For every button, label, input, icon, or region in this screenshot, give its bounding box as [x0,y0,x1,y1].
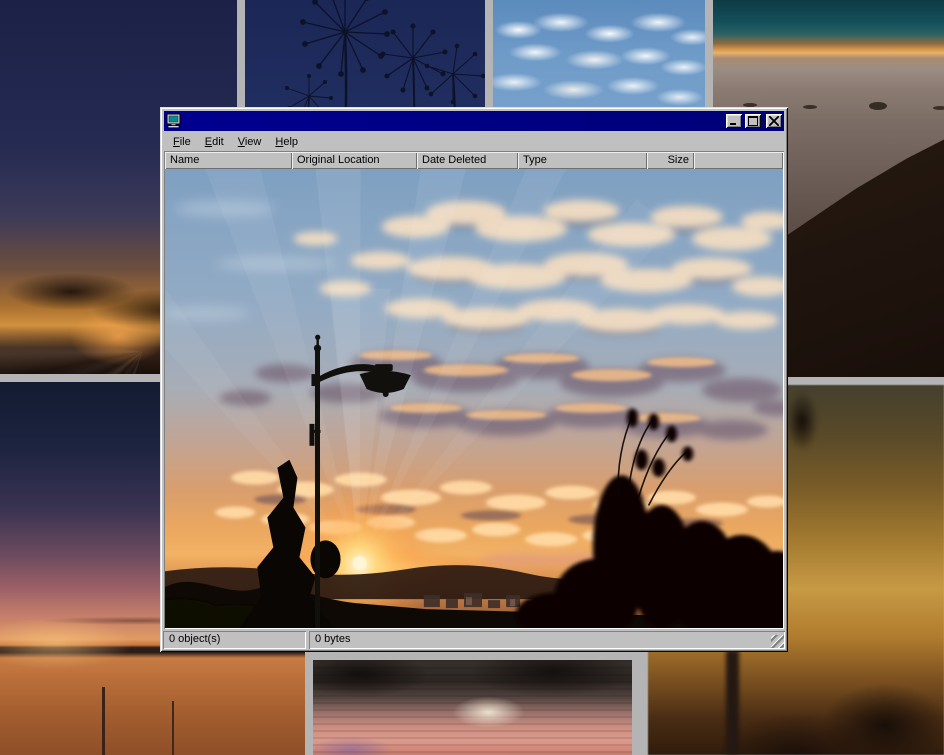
status-bar: 0 object(s) 0 bytes [163,631,785,649]
column-header-blank[interactable] [694,152,783,169]
wallpaper-water-reflections [313,660,632,755]
maximize-icon [748,116,758,126]
file-list-viewport[interactable] [165,169,783,628]
column-header-size[interactable]: Size [647,152,694,169]
menu-edit[interactable]: Edit [198,134,231,150]
resize-grip[interactable] [771,635,784,648]
sun [353,556,367,570]
desktop: File Edit View Help Name Original Locati… [0,0,944,755]
close-button[interactable] [766,114,782,128]
menu-view[interactable]: View [231,134,269,150]
computer-icon[interactable] [166,113,182,129]
column-header-type[interactable]: Type [518,152,647,169]
minimize-icon [730,123,736,125]
column-header-row: Name Original Location Date Deleted Type… [165,152,783,169]
menu-help[interactable]: Help [268,134,305,150]
title-bar[interactable] [164,111,784,131]
list-view-client: Name Original Location Date Deleted Type… [164,151,784,629]
close-icon [769,116,779,126]
sea-pole [102,687,105,755]
menu-file[interactable]: File [166,134,198,150]
maximize-button[interactable] [745,114,761,128]
status-objects: 0 object(s) [163,631,306,649]
menu-bar: File Edit View Help [163,132,785,151]
sea-pole [172,701,174,755]
column-header-date-deleted[interactable]: Date Deleted [417,152,518,169]
blurred-pole-silhouette [726,650,739,755]
status-bytes: 0 bytes [309,631,785,649]
sunset-lamp-photo [165,169,783,628]
column-header-name[interactable]: Name [165,152,292,169]
recycle-bin-window[interactable]: File Edit View Help Name Original Locati… [160,107,788,652]
column-header-original-location[interactable]: Original Location [292,152,417,169]
minimize-button[interactable] [726,114,742,128]
